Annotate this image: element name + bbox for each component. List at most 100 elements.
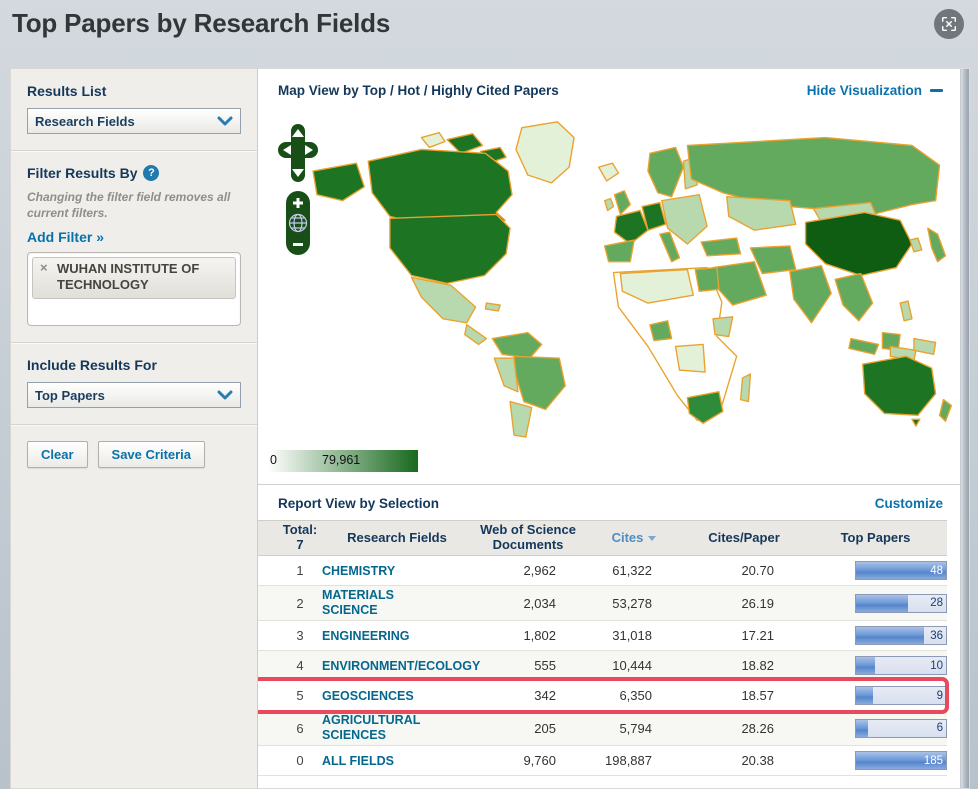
docs-cell: 1,802 — [523, 628, 556, 643]
include-results-value: Top Papers — [35, 387, 105, 403]
top-papers-bar: 185 — [855, 751, 947, 770]
table-row: 5 GEOSCIENCES 342 6,350 18.57 9 — [258, 677, 949, 714]
cites-per-paper-cell: 26.19 — [741, 595, 774, 611]
column-header-cites[interactable]: Cites — [584, 529, 684, 546]
world-map[interactable] — [268, 110, 959, 440]
filter-box: × WUHAN INSTITUTE OF TECHNOLOGY — [27, 252, 241, 327]
table-row: 3 ENGINEERING 1,802 31,018 17.21 36 — [258, 621, 947, 651]
filter-note: Changing the filter field removes all cu… — [27, 190, 231, 220]
expand-button[interactable] — [934, 9, 964, 39]
top-papers-bar-fill — [856, 657, 875, 674]
cites-cell: 6,350 — [619, 688, 652, 703]
docs-cell: 205 — [534, 720, 556, 736]
cites-per-paper-cell: 17.21 — [741, 628, 774, 643]
docs-cell: 2,962 — [523, 563, 556, 578]
cites-cell: 10,444 — [612, 658, 652, 673]
cites-cell: 31,018 — [612, 628, 652, 643]
hide-visualization-link[interactable]: Hide Visualization — [807, 83, 943, 98]
chevron-down-icon — [217, 115, 233, 127]
sidebar: Results List Research Fields Filter Resu… — [10, 68, 258, 789]
field-link[interactable]: AGRICULTURAL SCIENCES — [322, 713, 444, 743]
rank-cell: 4 — [296, 658, 304, 673]
cites-cell: 198,887 — [605, 753, 652, 768]
rank-cell: 0 — [296, 753, 304, 768]
results-list-section: Results List Research Fields — [11, 69, 257, 151]
cites-header-label: Cites — [611, 529, 644, 545]
field-link[interactable]: ENVIRONMENT/ECOLOGY — [322, 659, 480, 674]
results-list-heading: Results List — [27, 83, 107, 99]
main-panel: Map View by Top / Hot / Highly Cited Pap… — [258, 68, 970, 789]
filter-chip: × WUHAN INSTITUTE OF TECHNOLOGY — [32, 257, 236, 299]
column-header-cites-per-paper[interactable]: Cites/Paper — [684, 530, 804, 546]
column-header-top-papers[interactable]: Top Papers — [804, 530, 947, 546]
clear-button[interactable]: Clear — [27, 441, 88, 469]
field-link[interactable]: ENGINEERING — [322, 629, 410, 644]
cites-per-paper-cell: 20.70 — [741, 563, 774, 578]
map-legend: 0 79,961 — [268, 450, 418, 472]
field-link[interactable]: GEOSCIENCES — [322, 689, 414, 704]
top-papers-bar: 36 — [855, 626, 947, 645]
legend-min-value: 0 — [270, 453, 277, 467]
cites-per-paper-cell: 18.82 — [741, 658, 774, 673]
expand-icon — [941, 16, 957, 32]
total-value: 7 — [296, 537, 304, 552]
filter-chip-label: WUHAN INSTITUTE OF TECHNOLOGY — [57, 261, 200, 293]
docs-cell: 342 — [534, 688, 556, 703]
field-link[interactable]: ALL FIELDS — [322, 754, 394, 769]
actions-section: Clear Save Criteria — [11, 425, 257, 484]
top-papers-bar: 9 — [855, 686, 947, 705]
page-header: Top Papers by Research Fields — [0, 0, 978, 60]
save-criteria-button[interactable]: Save Criteria — [97, 441, 206, 469]
top-papers-value: 28 — [930, 597, 943, 609]
sort-desc-icon — [648, 535, 657, 541]
report-header: Report View by Selection Customize — [258, 484, 969, 520]
cites-cell: 5,794 — [619, 720, 652, 736]
include-results-heading: Include Results For — [27, 357, 157, 374]
customize-link[interactable]: Customize — [875, 496, 943, 511]
map-pan-control[interactable] — [276, 124, 320, 182]
top-papers-bar: 6 — [855, 718, 947, 738]
rank-cell: 2 — [296, 595, 304, 611]
filter-heading-label: Filter Results By — [27, 165, 138, 181]
legend-max-value: 79,961 — [322, 453, 361, 467]
top-papers-value: 10 — [930, 659, 943, 672]
filter-section: Filter Results By ? Changing the filter … — [11, 151, 257, 344]
cites-cell: 53,278 — [612, 595, 652, 611]
top-papers-bar: 10 — [855, 656, 947, 675]
add-filter-link[interactable]: Add Filter » — [27, 229, 104, 245]
rank-cell: 1 — [296, 563, 304, 578]
top-papers-cell: 10 — [804, 656, 947, 675]
table-row: 6 AGRICULTURAL SCIENCES 205 5,794 28.26 … — [258, 711, 947, 746]
map-zoom-control[interactable] — [285, 190, 311, 256]
docs-cell: 2,034 — [523, 595, 556, 611]
report-title: Report View by Selection — [278, 496, 440, 511]
map-area — [268, 110, 959, 440]
scrollbar[interactable] — [960, 69, 969, 788]
include-results-section: Include Results For Top Papers — [11, 343, 257, 426]
field-link[interactable]: CHEMISTRY — [322, 564, 395, 579]
table-row: 4 ENVIRONMENT/ECOLOGY 555 10,444 18.82 1… — [258, 651, 947, 681]
top-papers-cell: 9 — [804, 686, 947, 705]
chevron-down-icon — [217, 389, 233, 401]
results-list-dropdown[interactable]: Research Fields — [27, 108, 241, 134]
field-link[interactable]: MATERIALS SCIENCE — [322, 588, 444, 618]
total-header: Total: 7 — [278, 522, 322, 553]
zoom-out-icon — [293, 243, 303, 246]
hide-visualization-label: Hide Visualization — [806, 83, 922, 98]
top-papers-cell: 28 — [804, 593, 947, 613]
table-header: Total: 7 Research Fields Web of Science … — [258, 520, 947, 556]
remove-filter-icon[interactable]: × — [40, 260, 48, 276]
column-header-wos-documents[interactable]: Web of Science Documents — [472, 522, 584, 553]
docs-cell: 9,760 — [523, 753, 556, 768]
include-results-dropdown[interactable]: Top Papers — [27, 382, 241, 409]
table-row: 1 CHEMISTRY 2,962 61,322 20.70 48 — [258, 556, 947, 586]
docs-cell: 555 — [534, 658, 556, 673]
map-controls — [276, 124, 320, 256]
top-papers-cell: 36 — [804, 626, 947, 645]
filter-heading: Filter Results By ? — [27, 165, 241, 181]
top-papers-value: 36 — [930, 629, 943, 642]
top-papers-value: 6 — [936, 722, 943, 734]
cites-per-paper-cell: 20.38 — [741, 753, 774, 768]
column-header-research-fields[interactable]: Research Fields — [322, 530, 472, 546]
help-icon[interactable]: ? — [143, 165, 160, 181]
